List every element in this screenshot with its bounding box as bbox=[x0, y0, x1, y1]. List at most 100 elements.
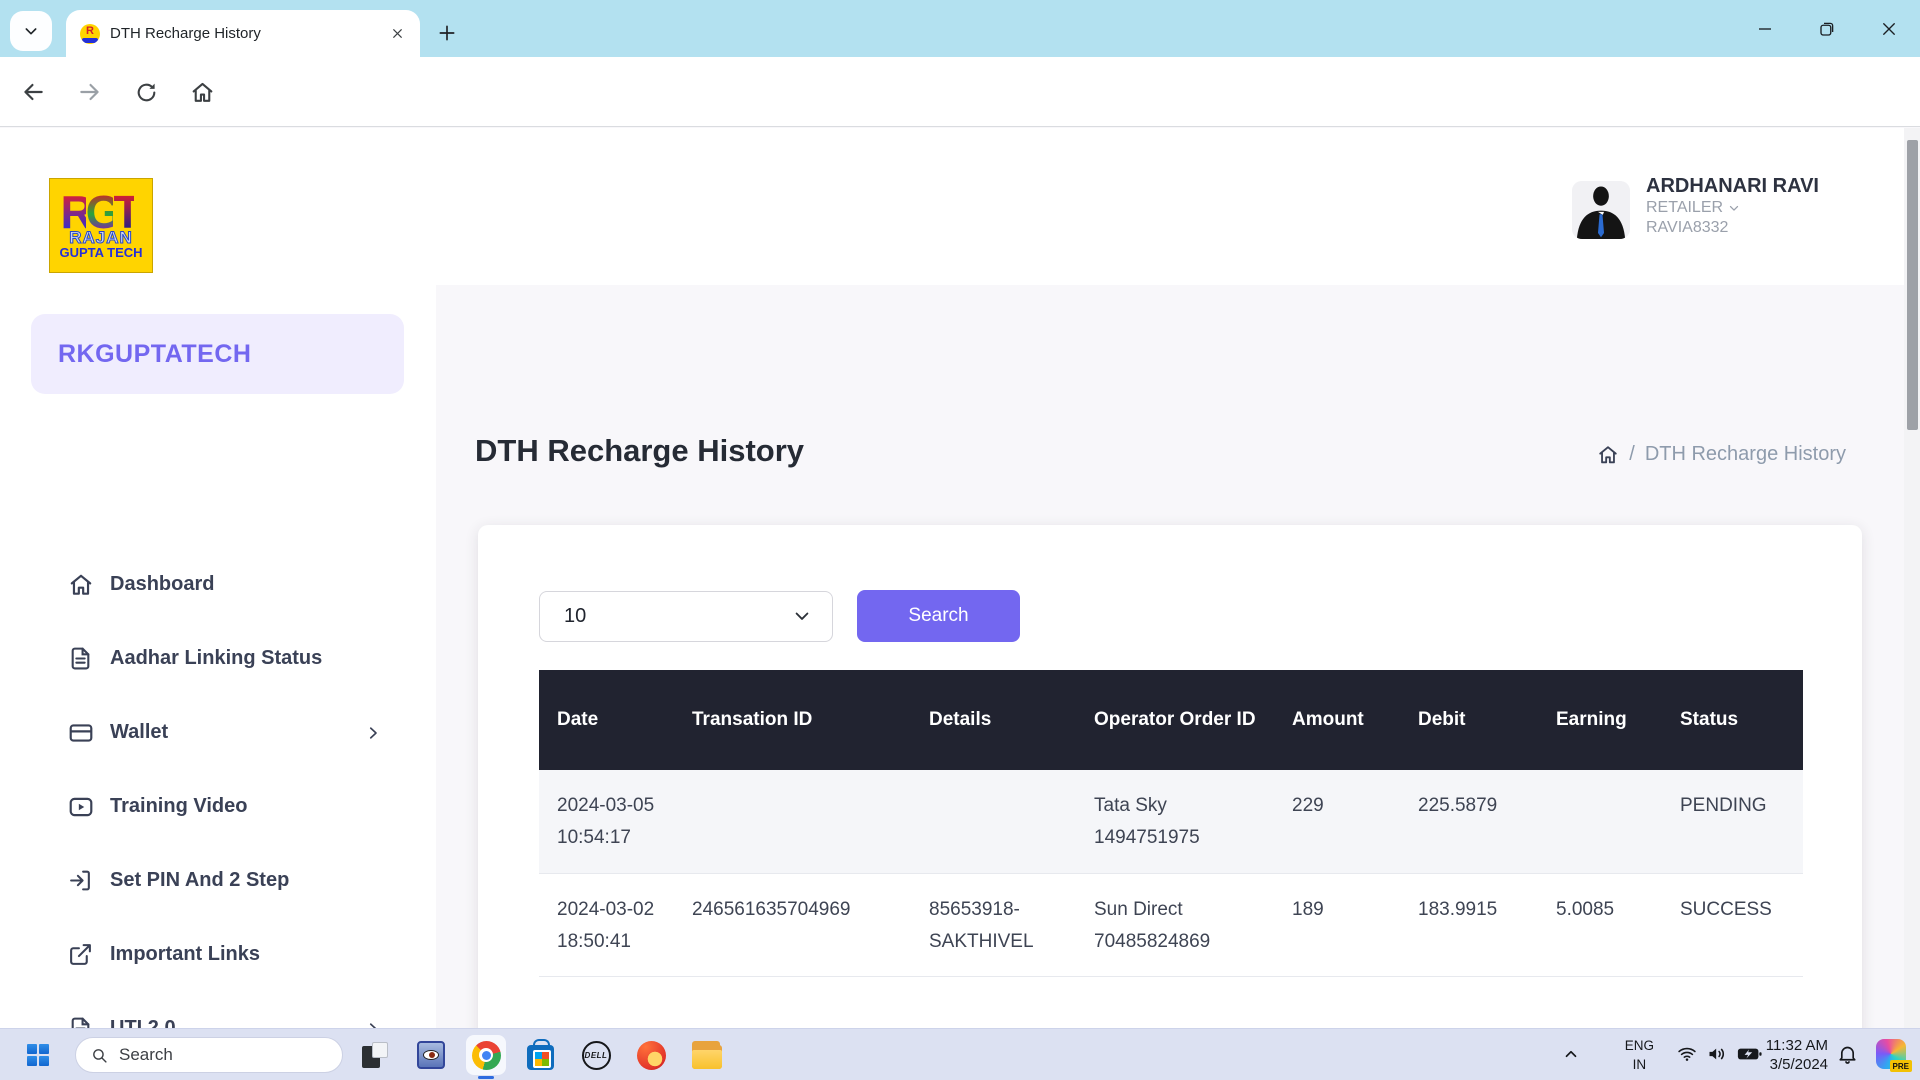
page-scrollbar[interactable] bbox=[1904, 128, 1920, 1028]
search-button[interactable]: Search bbox=[857, 590, 1020, 642]
language-indicator[interactable]: ENG IN bbox=[1625, 1036, 1654, 1074]
cell-earning: 5.0085 bbox=[1538, 873, 1662, 977]
scrollbar-thumb[interactable] bbox=[1907, 140, 1918, 430]
chrome-active-indicator bbox=[478, 1076, 494, 1079]
copilot-icon[interactable]: PRE bbox=[1876, 1039, 1906, 1069]
breadcrumb-home-icon[interactable] bbox=[1597, 444, 1619, 466]
table-header-row: Date Transation ID Details Operator Orde… bbox=[539, 670, 1803, 770]
cell-transaction-id: 246561635704969 bbox=[674, 873, 911, 977]
cell-operator-order-id: Tata Sky 1494751975 bbox=[1076, 770, 1274, 873]
file-explorer-icon bbox=[692, 1045, 722, 1069]
browser-tab[interactable]: R DTH Recharge History bbox=[66, 10, 420, 57]
history-card: 10 Search Date Transation ID Details Ope… bbox=[478, 525, 1862, 1080]
sidebar-item-set-pin[interactable]: Set PIN And 2 Step bbox=[0, 858, 436, 903]
app-ms-store[interactable] bbox=[520, 1035, 560, 1075]
brand-badge[interactable]: RKGUPTATECH bbox=[31, 314, 404, 394]
taskbar-clock[interactable]: 11:32 AM 3/5/2024 bbox=[1766, 1036, 1828, 1074]
home-icon bbox=[67, 571, 94, 598]
home-button[interactable] bbox=[182, 72, 222, 112]
window-restore-button[interactable] bbox=[1796, 6, 1858, 52]
chevron-down-icon bbox=[792, 606, 812, 626]
sidebar-item-important-links[interactable]: Important Links bbox=[0, 932, 436, 977]
col-date: Date bbox=[539, 670, 674, 770]
table-filters: 10 Search bbox=[539, 590, 1020, 642]
ms-store-icon bbox=[527, 1045, 554, 1070]
user-name: ARDHANARI RAVI bbox=[1646, 174, 1846, 198]
tab-search-button[interactable] bbox=[10, 11, 52, 51]
user-info[interactable]: ARDHANARI RAVI RETAILER RAVIA8332 bbox=[1646, 174, 1846, 238]
user-id: RAVIA8332 bbox=[1646, 218, 1846, 238]
cell-details: 85653918-SAKTHIVEL bbox=[911, 873, 1076, 977]
window-close-button[interactable] bbox=[1858, 6, 1920, 52]
app-firefox[interactable] bbox=[631, 1035, 671, 1075]
user-avatar[interactable] bbox=[1572, 181, 1630, 239]
chrome-icon bbox=[472, 1041, 501, 1070]
app-image-viewer[interactable] bbox=[411, 1035, 451, 1075]
app-file-explorer[interactable] bbox=[687, 1035, 727, 1075]
sidebar-nav: Dashboard Aadhar Linking Status Wallet T… bbox=[0, 562, 436, 1080]
sidebar-item-wallet[interactable]: Wallet bbox=[0, 710, 436, 755]
page-content: DTH Recharge History / DTH Recharge Hist… bbox=[436, 285, 1904, 1028]
browser-toolbar: rknsdl.onlinepsa.com/dashboard/dth-recha… bbox=[0, 57, 1920, 127]
page-viewport: RGT RAJAN GUPTA TECH RKGUPTATECH Dashboa… bbox=[0, 128, 1920, 1028]
tray-date: 3/5/2024 bbox=[1766, 1055, 1828, 1074]
sidebar-item-dashboard[interactable]: Dashboard bbox=[0, 562, 436, 607]
site-favicon-icon: R bbox=[80, 24, 100, 44]
browser-titlebar: R DTH Recharge History bbox=[0, 0, 1920, 57]
forward-button[interactable] bbox=[70, 72, 110, 112]
copilot-pre-badge: PRE bbox=[1890, 1060, 1912, 1072]
app-chrome[interactable] bbox=[466, 1035, 506, 1075]
company-logo: RGT RAJAN GUPTA TECH bbox=[49, 178, 153, 273]
recharge-history-table: Date Transation ID Details Operator Orde… bbox=[539, 670, 1803, 977]
col-details: Details bbox=[911, 670, 1076, 770]
breadcrumb-separator: / bbox=[1629, 443, 1635, 466]
app-header: ARDHANARI RAVI RETAILER RAVIA8332 bbox=[436, 128, 1904, 285]
cell-date: 2024-03-02 18:50:41 bbox=[539, 873, 674, 977]
breadcrumb-current: DTH Recharge History bbox=[1645, 443, 1846, 466]
col-transaction-id: Transation ID bbox=[674, 670, 911, 770]
search-icon bbox=[91, 1047, 108, 1064]
cell-details bbox=[911, 770, 1076, 873]
cell-status: SUCCESS bbox=[1662, 873, 1803, 977]
table-row: 2024-03-02 18:50:41 246561635704969 8565… bbox=[539, 873, 1803, 977]
wallet-icon bbox=[67, 719, 94, 746]
col-operator-order-id: Operator Order ID bbox=[1076, 670, 1274, 770]
app-window-stack[interactable] bbox=[355, 1035, 395, 1075]
firefox-icon bbox=[637, 1041, 666, 1070]
video-icon bbox=[67, 793, 94, 820]
sidebar-item-aadhar-linking-status[interactable]: Aadhar Linking Status bbox=[0, 636, 436, 681]
sidebar: RGT RAJAN GUPTA TECH RKGUPTATECH Dashboa… bbox=[0, 128, 436, 1028]
col-debit: Debit bbox=[1400, 670, 1538, 770]
page-size-select[interactable]: 10 bbox=[539, 591, 833, 642]
window-minimize-button[interactable] bbox=[1734, 6, 1796, 52]
dell-icon: DELL bbox=[582, 1041, 611, 1070]
reload-button[interactable] bbox=[126, 72, 166, 112]
taskbar-search-label: Search bbox=[119, 1045, 173, 1065]
start-button[interactable] bbox=[27, 1044, 50, 1067]
battery-icon[interactable] bbox=[1737, 1045, 1762, 1063]
tab-close-icon[interactable] bbox=[388, 25, 406, 43]
cell-transaction-id bbox=[674, 770, 911, 873]
window-stack-icon bbox=[362, 1042, 388, 1068]
sidebar-item-training-video[interactable]: Training Video bbox=[0, 784, 436, 829]
page-title: DTH Recharge History bbox=[475, 433, 804, 469]
wifi-icon[interactable] bbox=[1676, 1044, 1698, 1064]
volume-icon[interactable] bbox=[1706, 1044, 1728, 1064]
cell-date: 2024-03-05 10:54:17 bbox=[539, 770, 674, 873]
cell-debit: 183.9915 bbox=[1400, 873, 1538, 977]
brand-name: RKGUPTATECH bbox=[58, 340, 251, 369]
cell-debit: 225.5879 bbox=[1400, 770, 1538, 873]
cell-operator-order-id: Sun Direct 70485824869 bbox=[1076, 873, 1274, 977]
user-role[interactable]: RETAILER bbox=[1646, 198, 1846, 218]
new-tab-button[interactable] bbox=[434, 20, 460, 46]
back-button[interactable] bbox=[13, 72, 53, 112]
tray-overflow-chevron[interactable] bbox=[1562, 1045, 1580, 1063]
taskbar: Search DELL ENG IN 11:32 AM 3/5/2024 bbox=[0, 1028, 1920, 1080]
notifications-bell-icon[interactable] bbox=[1837, 1044, 1858, 1065]
col-status: Status bbox=[1662, 670, 1803, 770]
taskbar-search[interactable]: Search bbox=[75, 1037, 343, 1073]
table-row: 2024-03-05 10:54:17 Tata Sky 1494751975 … bbox=[539, 770, 1803, 873]
app-dell[interactable]: DELL bbox=[576, 1035, 616, 1075]
cell-amount: 189 bbox=[1274, 873, 1400, 977]
screen: R DTH Recharge History bbox=[0, 0, 1920, 1080]
